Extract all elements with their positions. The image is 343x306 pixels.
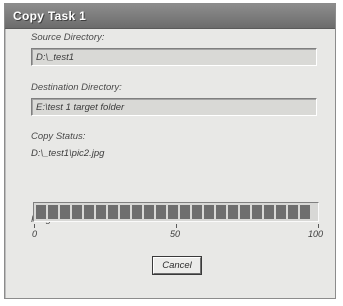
- progress-tick-label-100: 100: [308, 229, 324, 239]
- progress-segment: [252, 205, 262, 219]
- progress-segment: [120, 205, 130, 219]
- progress-tick-100: [318, 224, 319, 228]
- progress-segment: [84, 205, 94, 219]
- progress-tick-label-0: 0: [32, 229, 38, 239]
- progress-segment: [168, 205, 178, 219]
- progress-segment: [180, 205, 190, 219]
- progress-segment: [192, 205, 202, 219]
- copy-task-dialog: Copy Task 1 Source Directory: D:\_test1 …: [4, 3, 336, 299]
- progress-segment: [72, 205, 82, 219]
- title-bar[interactable]: Copy Task 1: [5, 4, 335, 29]
- progress-tick-50: [176, 224, 177, 228]
- progress-segment: [228, 205, 238, 219]
- cancel-button[interactable]: Cancel: [153, 257, 201, 274]
- progress-segment: [96, 205, 106, 219]
- progress-segment: [204, 205, 214, 219]
- progress-segment: [60, 205, 70, 219]
- destination-directory-label: Destination Directory:: [31, 82, 122, 93]
- source-directory-field: D:\_test1: [31, 48, 317, 66]
- progress-segment: [276, 205, 286, 219]
- copy-status-label: Copy Status:: [31, 131, 86, 142]
- progress-bar: [33, 202, 319, 222]
- destination-directory-field: E:\test 1 target folder: [31, 98, 317, 116]
- progress-segment: [144, 205, 154, 219]
- dialog-body: Source Directory: D:\_test1 Destination …: [5, 29, 335, 298]
- progress-segment: [36, 205, 46, 219]
- progress-tick-label-50: 50: [170, 229, 181, 239]
- progress-segment: [108, 205, 118, 219]
- source-directory-label: Source Directory:: [31, 32, 105, 43]
- progress-segment: [264, 205, 274, 219]
- progress-tick-0: [34, 224, 35, 228]
- progress-segment: [240, 205, 250, 219]
- progress-segment: [132, 205, 142, 219]
- progress-segment: [300, 205, 310, 219]
- copy-status-current-file: D:\_test1\pic2.jpg: [31, 148, 105, 159]
- window-title: Copy Task 1: [13, 9, 87, 23]
- progress-segment: [216, 205, 226, 219]
- progress-segment: [156, 205, 166, 219]
- progress-segment: [288, 205, 298, 219]
- progress-segment: [48, 205, 58, 219]
